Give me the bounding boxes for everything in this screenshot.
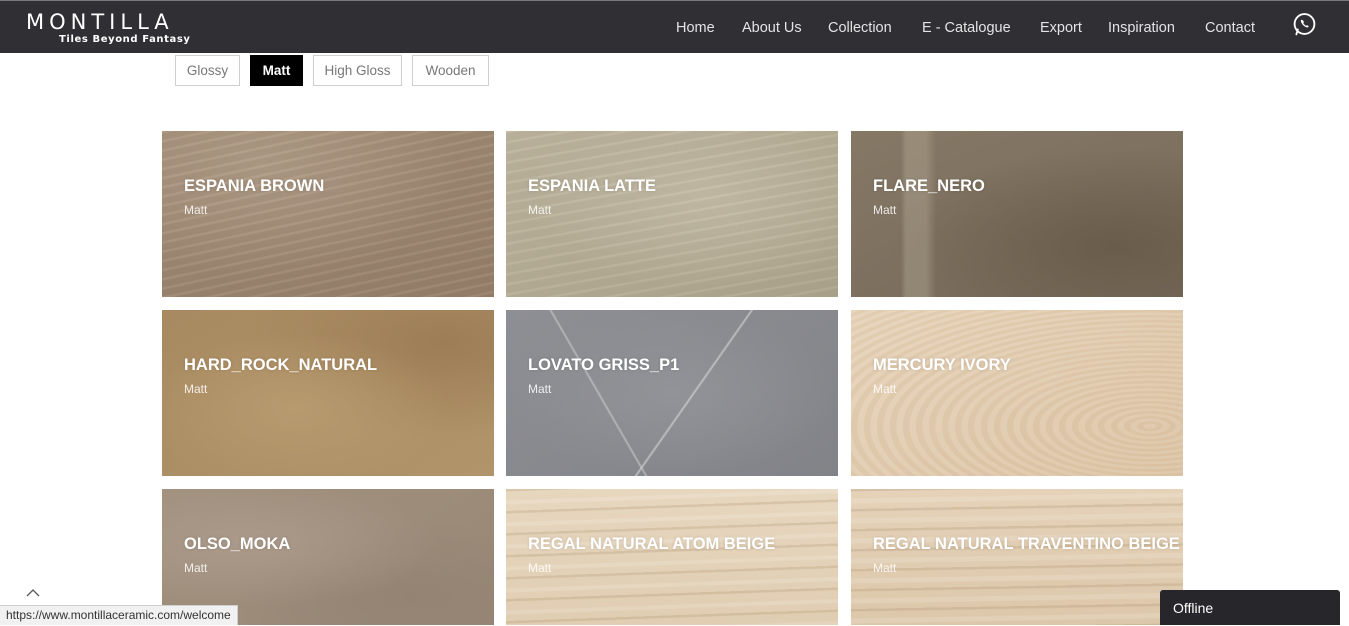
tile-image	[851, 489, 1183, 625]
chat-widget-offline[interactable]: Offline	[1160, 590, 1340, 625]
product-card-regal-natural-traventino-beige[interactable]: REGAL NATURAL TRAVENTINO BEIGE Matt	[851, 489, 1183, 625]
product-name: REGAL NATURAL TRAVENTINO BEIGE	[873, 535, 1180, 553]
product-name: REGAL NATURAL ATOM BEIGE	[528, 535, 776, 553]
filter-high-gloss[interactable]: High Gloss	[313, 55, 402, 86]
product-finish: Matt	[528, 203, 552, 217]
brand-name: MONTILLA	[26, 10, 174, 34]
product-name: HARD_ROCK_NATURAL	[184, 356, 378, 374]
tile-image	[851, 310, 1183, 476]
nav-export[interactable]: Export	[1040, 20, 1082, 36]
product-name: ESPANIA BROWN	[184, 177, 325, 195]
nav-contact[interactable]: Contact	[1205, 20, 1255, 36]
product-finish: Matt	[528, 382, 552, 396]
whatsapp-icon[interactable]	[1292, 12, 1317, 37]
product-card-hard-rock-natural[interactable]: HARD_ROCK_NATURAL Matt	[162, 310, 494, 476]
product-name: ESPANIA LATTE	[528, 177, 657, 195]
nav-home[interactable]: Home	[676, 20, 715, 36]
tile-image	[506, 131, 838, 297]
top-navbar: MONTILLA Tiles Beyond Fantasy Home About…	[0, 0, 1349, 53]
tile-image	[506, 310, 838, 476]
product-name: FLARE_NERO	[873, 177, 985, 195]
product-finish: Matt	[528, 561, 552, 575]
product-name: LOVATO GRISS_P1	[528, 356, 680, 374]
product-finish: Matt	[873, 382, 897, 396]
product-finish: Matt	[873, 203, 897, 217]
filter-glossy[interactable]: Glossy	[175, 55, 240, 86]
brand-tagline: Tiles Beyond Fantasy	[59, 34, 191, 45]
tile-image	[162, 310, 494, 476]
nav-about-us[interactable]: About Us	[742, 20, 802, 36]
brand-logo[interactable]: MONTILLA Tiles Beyond Fantasy	[26, 11, 191, 46]
product-card-mercury-ivory[interactable]: MERCURY IVORY Matt	[851, 310, 1183, 476]
product-name: MERCURY IVORY	[873, 356, 1011, 374]
nav-collection[interactable]: Collection	[828, 20, 892, 36]
product-card-espania-brown[interactable]: ESPANIA BROWN Matt	[162, 131, 494, 297]
tile-image	[851, 131, 1183, 297]
product-finish: Matt	[873, 561, 897, 575]
product-finish: Matt	[184, 561, 208, 575]
tile-image	[162, 131, 494, 297]
nav-e-catalogue[interactable]: E - Catalogue	[922, 20, 1011, 36]
product-card-regal-natural-atom-beige[interactable]: REGAL NATURAL ATOM BEIGE Matt	[506, 489, 838, 625]
chevron-up-icon[interactable]	[26, 586, 40, 600]
tile-image	[506, 489, 838, 625]
product-name: OLSO_MOKA	[184, 535, 291, 553]
product-finish: Matt	[184, 382, 208, 396]
product-card-lovato-griss-p1[interactable]: LOVATO GRISS_P1 Matt	[506, 310, 838, 476]
product-card-flare-nero[interactable]: FLARE_NERO Matt	[851, 131, 1183, 297]
filter-wooden[interactable]: Wooden	[412, 55, 489, 86]
product-finish: Matt	[184, 203, 208, 217]
filter-matt[interactable]: Matt	[250, 55, 303, 86]
product-card-espania-latte[interactable]: ESPANIA LATTE Matt	[506, 131, 838, 297]
status-url: https://www.montillaceramic.com/welcome	[0, 605, 238, 625]
nav-inspiration[interactable]: Inspiration	[1108, 20, 1175, 36]
